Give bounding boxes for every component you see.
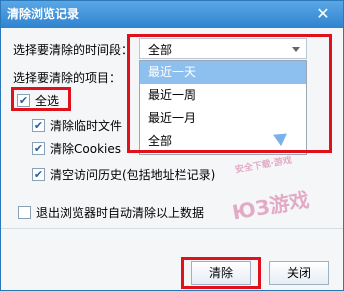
check-icon: ✔ <box>33 168 44 181</box>
clear-button[interactable]: 清除 <box>191 261 251 285</box>
dialog-footer: 清除 关闭 <box>1 228 343 290</box>
chevron-down-icon <box>292 47 300 52</box>
check-icon: ✔ <box>33 119 44 132</box>
check-icon: ✔ <box>33 142 44 155</box>
time-range-option[interactable]: 最近一周 <box>140 84 306 107</box>
temp-files-label: 清除临时文件 <box>50 119 123 133</box>
dialog-title: 清除浏览记录 <box>7 7 80 21</box>
select-all-checkbox[interactable]: ✔ <box>17 94 30 107</box>
auto-clear-checkbox[interactable] <box>18 206 31 219</box>
auto-clear-label: 退出浏览器时自动清除以上数据 <box>36 206 205 220</box>
select-all-label: 全选 <box>35 94 60 108</box>
dialog-body: 选择要清除的时间段： 全部 最近一天 最近一周 最近一月 全部 选择要清除的项目… <box>1 28 343 228</box>
watermark-text: ЮЗ游戏 <box>230 187 311 225</box>
history-checkbox[interactable]: ✔ <box>32 168 45 181</box>
time-range-label: 选择要清除的时间段： <box>13 43 134 57</box>
items-label: 选择要清除的项目： <box>13 71 122 85</box>
time-range-selected: 全部 <box>148 43 173 57</box>
check-icon: ✔ <box>18 94 29 107</box>
close-button[interactable]: 关闭 <box>269 261 329 285</box>
cookies-label: 清除Cookies <box>50 142 121 156</box>
dialog-titlebar: 清除浏览记录 ✕ <box>1 1 343 28</box>
cookies-checkbox[interactable]: ✔ <box>32 142 45 155</box>
history-label: 清空访问历史(包括地址栏记录) <box>50 168 216 182</box>
clear-history-dialog: 清除浏览记录 ✕ 选择要清除的时间段： 全部 最近一天 最近一周 最近一月 全部… <box>0 0 344 291</box>
time-range-select[interactable]: 全部 <box>139 38 307 59</box>
close-icon[interactable]: ✕ <box>313 4 333 24</box>
time-range-option[interactable]: 最近一月 <box>140 107 306 130</box>
time-range-option[interactable]: 最近一天 <box>140 61 306 84</box>
temp-files-checkbox[interactable]: ✔ <box>32 119 45 132</box>
